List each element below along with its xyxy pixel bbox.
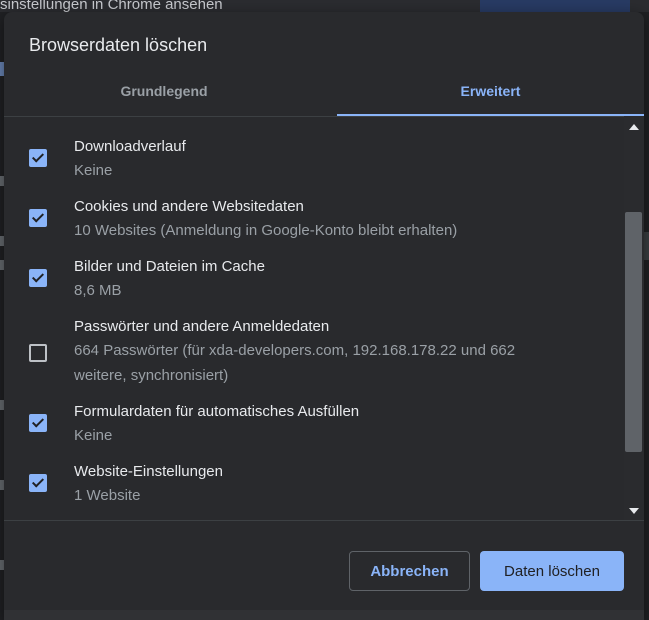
item-description: 1 Website — [74, 487, 141, 504]
scrollbar[interactable] — [624, 116, 644, 520]
item-title: Website-Einstellungen — [74, 463, 223, 480]
dialog-title: Browserdaten löschen — [29, 35, 208, 55]
item-title: Cookies und andere Websitedaten — [74, 198, 304, 215]
dialog-bottom-edge — [4, 610, 644, 620]
item-title: Formulardaten für automatisches Ausfülle… — [74, 403, 360, 420]
data-type-list: Downloadverlauf Keine Cookies und andere… — [4, 116, 622, 520]
checkbox-site-settings[interactable] — [29, 474, 47, 492]
tab-bar: Grundlegend Erweitert — [4, 78, 644, 117]
item-title: Downloadverlauf — [74, 138, 186, 155]
clear-browsing-data-dialog: Browserdaten löschen Grundlegend Erweite… — [4, 12, 644, 620]
item-title: Bilder und Dateien im Cache — [74, 258, 265, 275]
checkbox-passwords[interactable] — [29, 344, 47, 362]
clear-data-button[interactable]: Daten löschen — [480, 551, 624, 591]
checkbox-download-history[interactable] — [29, 149, 47, 167]
checkbox-autofill[interactable] — [29, 414, 47, 432]
item-description: 8,6 MB — [74, 282, 122, 299]
item-description: Keine — [74, 427, 113, 444]
background-banner — [480, 0, 630, 12]
scroll-up-arrow-icon[interactable] — [629, 124, 639, 130]
footer-divider — [4, 520, 644, 521]
tab-basic[interactable]: Grundlegend — [4, 78, 324, 114]
checkbox-cache[interactable] — [29, 269, 47, 287]
item-description: 664 Passwörter (für xda-developers.com, … — [74, 342, 516, 384]
cancel-button[interactable]: Abbrechen — [349, 551, 470, 591]
checkbox-cookies[interactable] — [29, 209, 47, 227]
item-description: 10 Websites (Anmeldung in Google-Konto b… — [74, 222, 458, 239]
item-title: Passwörter und andere Anmeldedaten — [74, 318, 330, 335]
tab-advanced[interactable]: Erweitert — [337, 78, 644, 116]
scrollbar-thumb[interactable] — [625, 212, 642, 452]
item-description: Keine — [74, 162, 113, 179]
scroll-down-arrow-icon[interactable] — [629, 508, 639, 514]
